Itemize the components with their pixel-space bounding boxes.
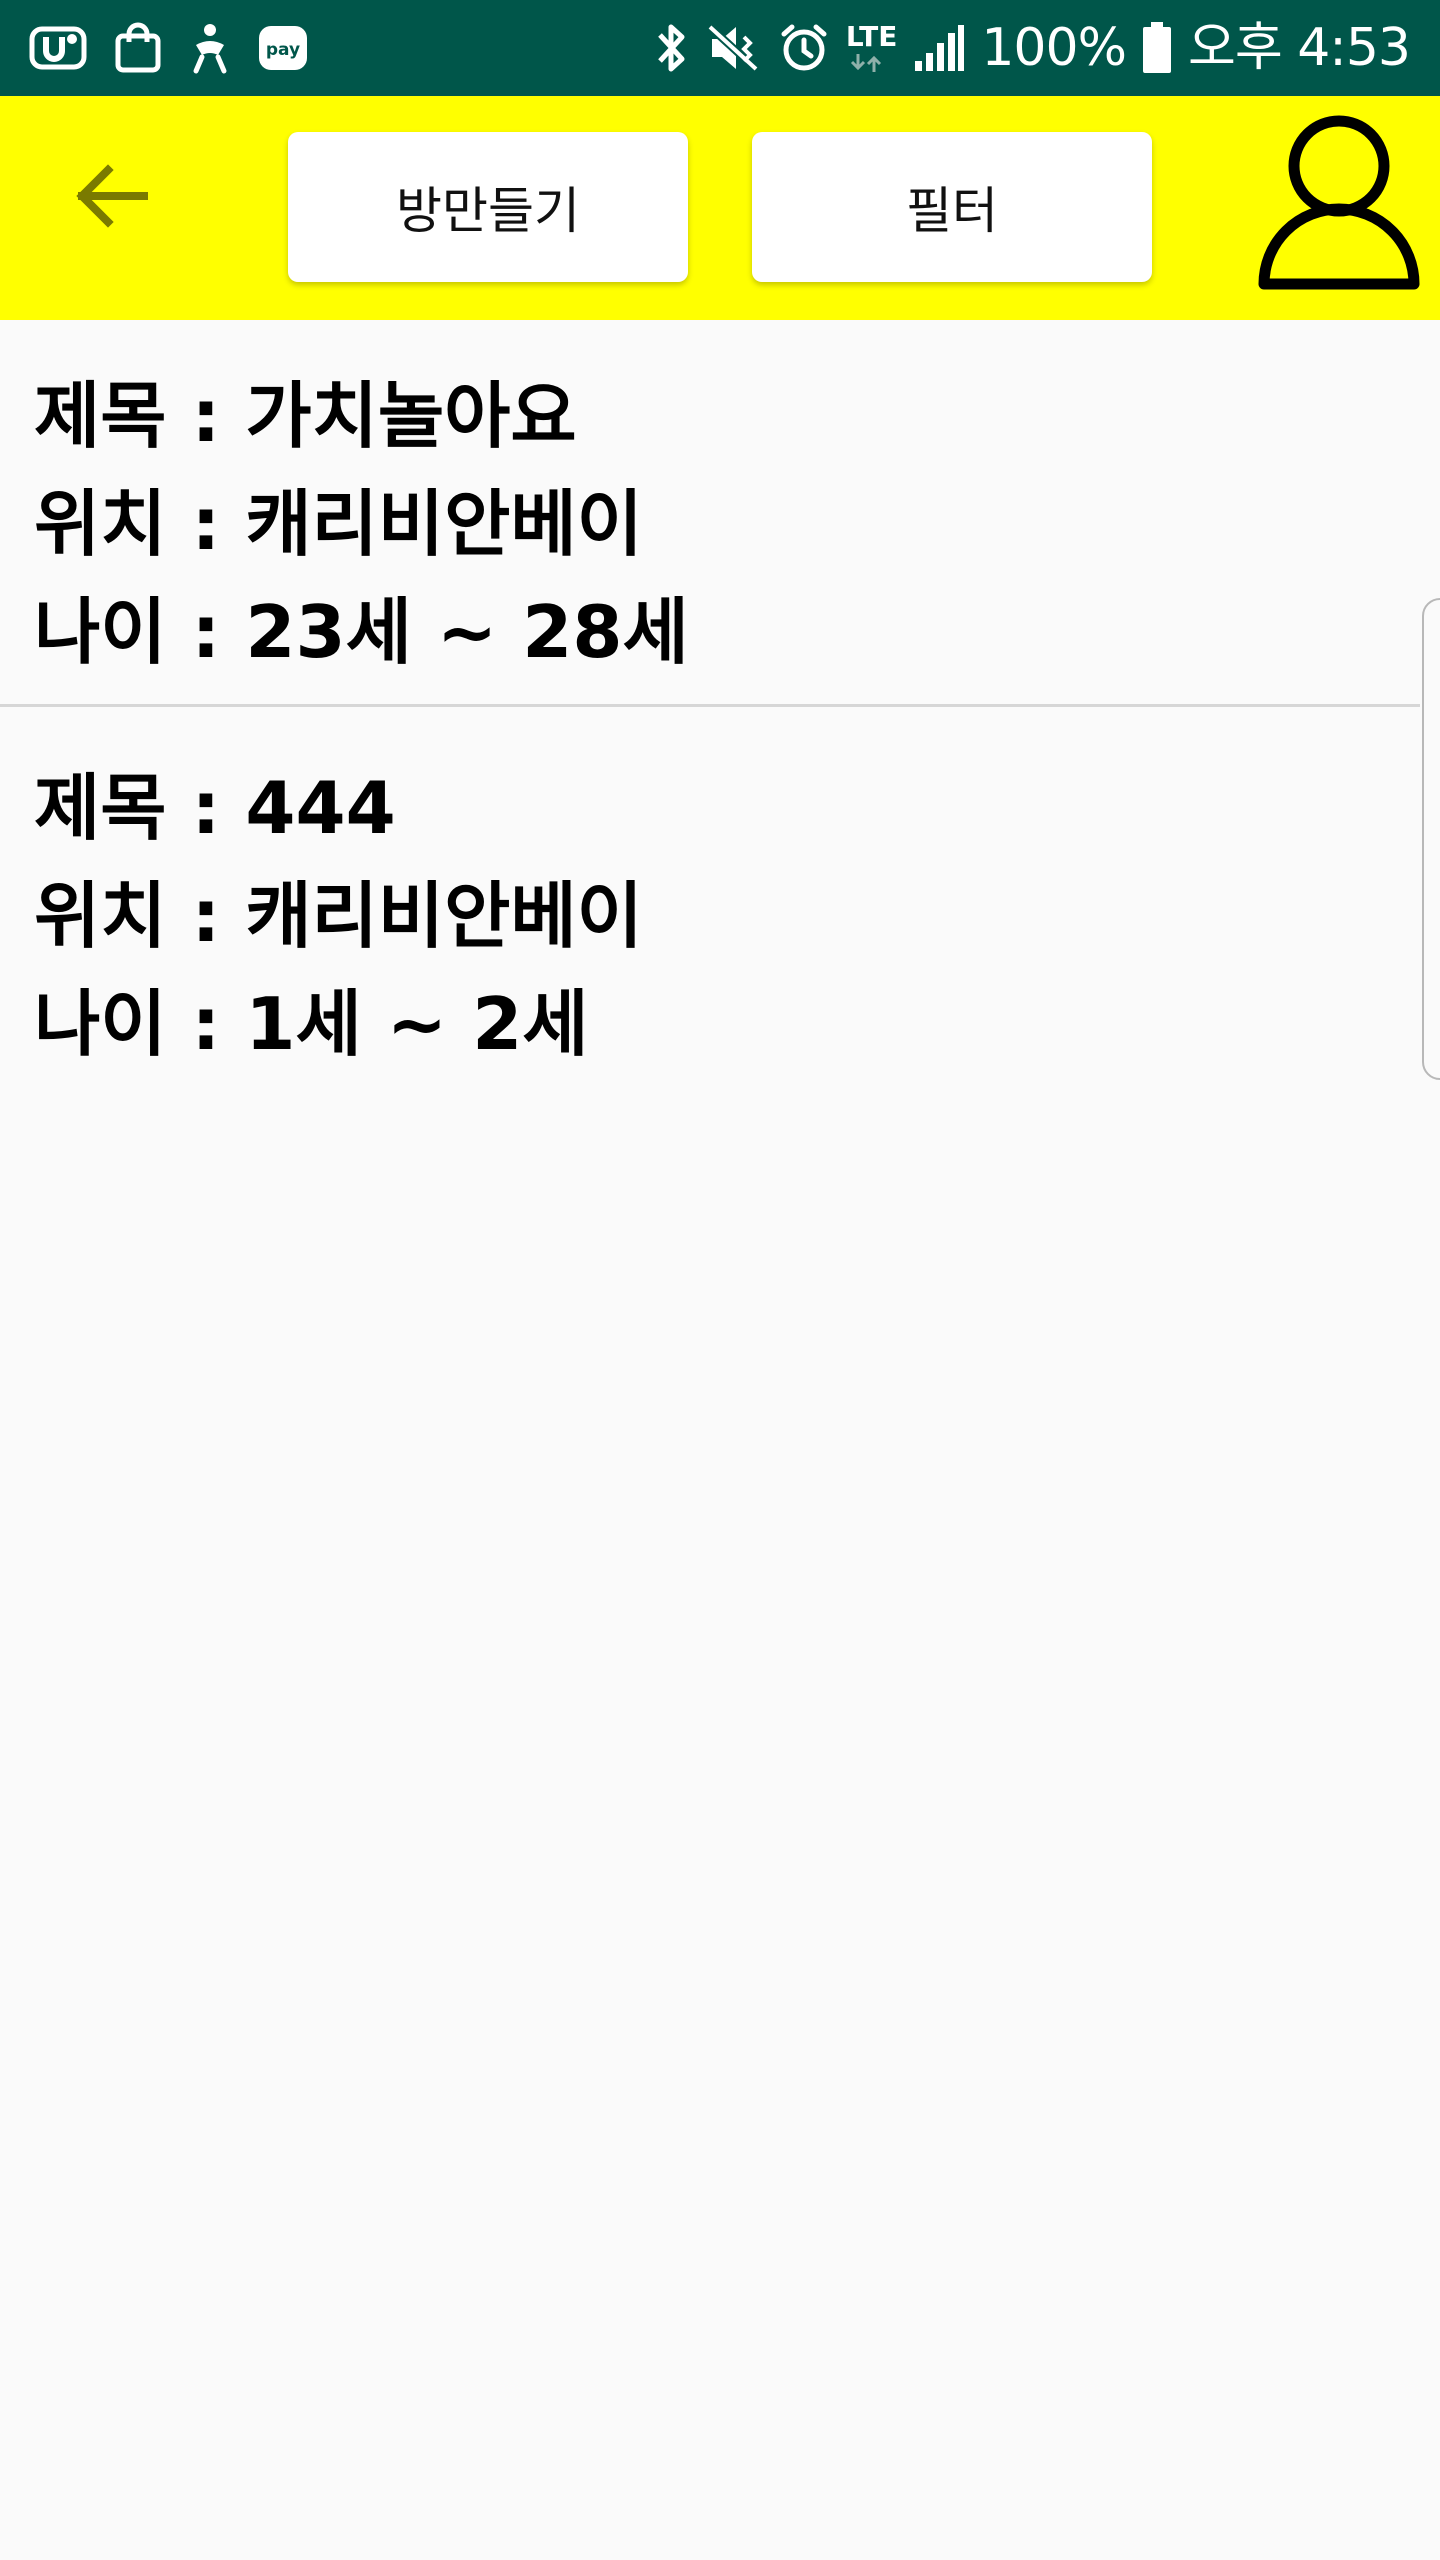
room-list-item[interactable]: 제목 : 444 위치 : 캐리비안베이 나이 : 1세 ~ 2세 xyxy=(0,706,1420,1078)
pay-icon: pay xyxy=(258,25,308,71)
room-location: 위치 : 캐리비안베이 xyxy=(34,874,643,958)
room-location: 위치 : 캐리비안베이 xyxy=(34,482,643,566)
app-bar: 방만들기 필터 xyxy=(0,96,1440,320)
battery-percentage: 100% xyxy=(981,18,1127,78)
make-room-button[interactable]: 방만들기 xyxy=(288,132,688,282)
alarm-icon xyxy=(778,22,830,74)
svg-text:pay: pay xyxy=(266,40,300,60)
back-arrow-icon xyxy=(72,161,152,235)
vibrate-mute-icon xyxy=(706,23,762,73)
shopping-bag-icon xyxy=(114,22,162,74)
room-age-range: 나이 : 23세 ~ 28세 xyxy=(34,590,689,674)
battery-icon xyxy=(1142,21,1172,75)
status-left-icons: pay xyxy=(28,0,308,96)
person-icon xyxy=(1254,115,1424,306)
u-plus-icon xyxy=(28,23,88,73)
room-age-range: 나이 : 1세 ~ 2세 xyxy=(34,982,589,1066)
signal-icon xyxy=(913,23,965,73)
room-list-item[interactable]: 제목 : 가치놀아요 위치 : 캐리비안베이 나이 : 23세 ~ 28세 xyxy=(0,320,1420,706)
status-time: 오후 4:53 xyxy=(1188,18,1411,78)
lte-icon: LTE xyxy=(846,22,897,74)
room-title: 제목 : 444 xyxy=(34,766,396,850)
status-right-icons: LTE 100% 오후 4:53 xyxy=(654,0,1411,96)
room-list: 제목 : 가치놀아요 위치 : 캐리비안베이 나이 : 23세 ~ 28세 제목… xyxy=(0,320,1420,1078)
bluetooth-icon xyxy=(654,21,690,75)
assistant-icon xyxy=(188,21,232,75)
filter-button[interactable]: 필터 xyxy=(752,132,1152,282)
profile-button[interactable] xyxy=(1254,112,1424,302)
room-title: 제목 : 가치놀아요 xyxy=(34,374,577,458)
list-divider xyxy=(0,704,1420,707)
back-button[interactable] xyxy=(60,146,164,250)
scrollbar-handle[interactable] xyxy=(1422,598,1440,1080)
status-bar: pay LTE 100% 오후 4:53 xyxy=(0,0,1440,96)
